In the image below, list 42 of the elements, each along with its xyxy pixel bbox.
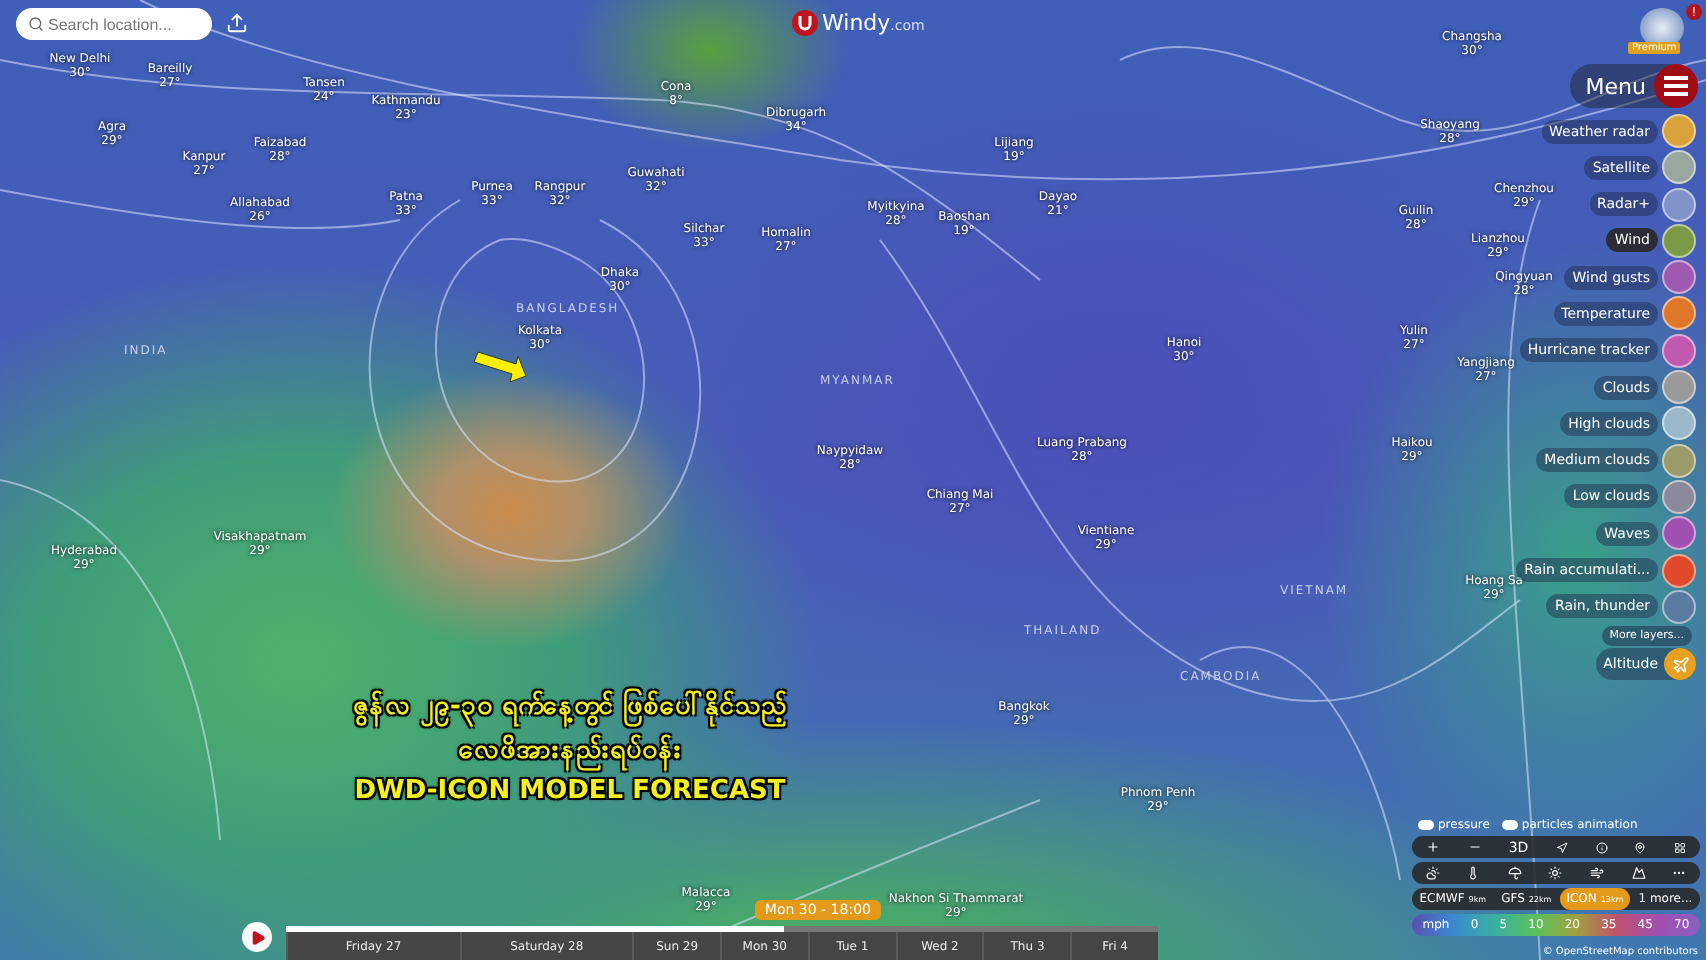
play-icon — [249, 929, 265, 945]
search-icon — [28, 16, 44, 32]
layer-thumbnail[interactable] — [1662, 553, 1696, 588]
layer-thumbnail[interactable] — [1662, 370, 1696, 405]
layer-thumbnail[interactable] — [1662, 443, 1696, 478]
weather-map[interactable] — [0, 0, 1706, 960]
mountain-icon[interactable] — [1631, 866, 1646, 880]
wind-icon[interactable] — [1590, 866, 1605, 880]
menu-icon — [1664, 76, 1688, 96]
layer-thumbnail[interactable] — [1662, 223, 1696, 258]
caption-text: ဇွန်လ ၂၉-၃၀ ရက်နေ့တွင် ဖြစ်ပေါ်နိုင်သည့် — [353, 688, 787, 726]
more-icon[interactable] — [1672, 866, 1687, 880]
timeline-track[interactable] — [286, 926, 1158, 932]
navigation-icon[interactable] — [1555, 841, 1568, 853]
caption-text: လေဖိအားနည်းရပ်ဝန်း — [458, 732, 682, 770]
info-icon[interactable] — [1595, 841, 1608, 853]
layer-thumbnail[interactable] — [1662, 333, 1696, 368]
grid-icon[interactable] — [1674, 841, 1687, 853]
layer-thumbnail[interactable] — [1662, 187, 1696, 222]
layer-thumbnail[interactable] — [1662, 479, 1696, 514]
layer-thumbnail[interactable] — [1662, 114, 1696, 148]
thermometer-icon[interactable] — [1466, 866, 1481, 880]
layer-thumbnail[interactable] — [1662, 296, 1696, 331]
sun-icon[interactable] — [1548, 866, 1563, 880]
caption-text: DWD-ICON MODEL FORECAST — [354, 776, 786, 806]
layer-thumbnail[interactable] — [1662, 406, 1696, 441]
layer-thumbnail[interactable] — [1662, 589, 1696, 624]
layer-thumbnail[interactable] — [1662, 150, 1696, 185]
share-icon[interactable] — [226, 12, 248, 34]
layer-thumbnail[interactable] — [1662, 516, 1696, 551]
plane-icon — [1671, 655, 1689, 674]
cloud-sun-icon[interactable] — [1425, 866, 1440, 880]
umbrella-icon[interactable] — [1507, 866, 1522, 880]
logo-icon — [792, 10, 818, 36]
location-icon[interactable] — [1634, 841, 1647, 853]
search-field[interactable]: Search location... — [16, 8, 212, 40]
zoom-in-button[interactable] — [1425, 840, 1440, 854]
menu-button[interactable]: Menu — [1569, 64, 1698, 108]
play-button[interactable] — [242, 922, 272, 952]
layer-thumbnail[interactable] — [1662, 260, 1696, 295]
zoom-out-button[interactable] — [1467, 840, 1482, 854]
arrow-icon — [470, 348, 530, 384]
